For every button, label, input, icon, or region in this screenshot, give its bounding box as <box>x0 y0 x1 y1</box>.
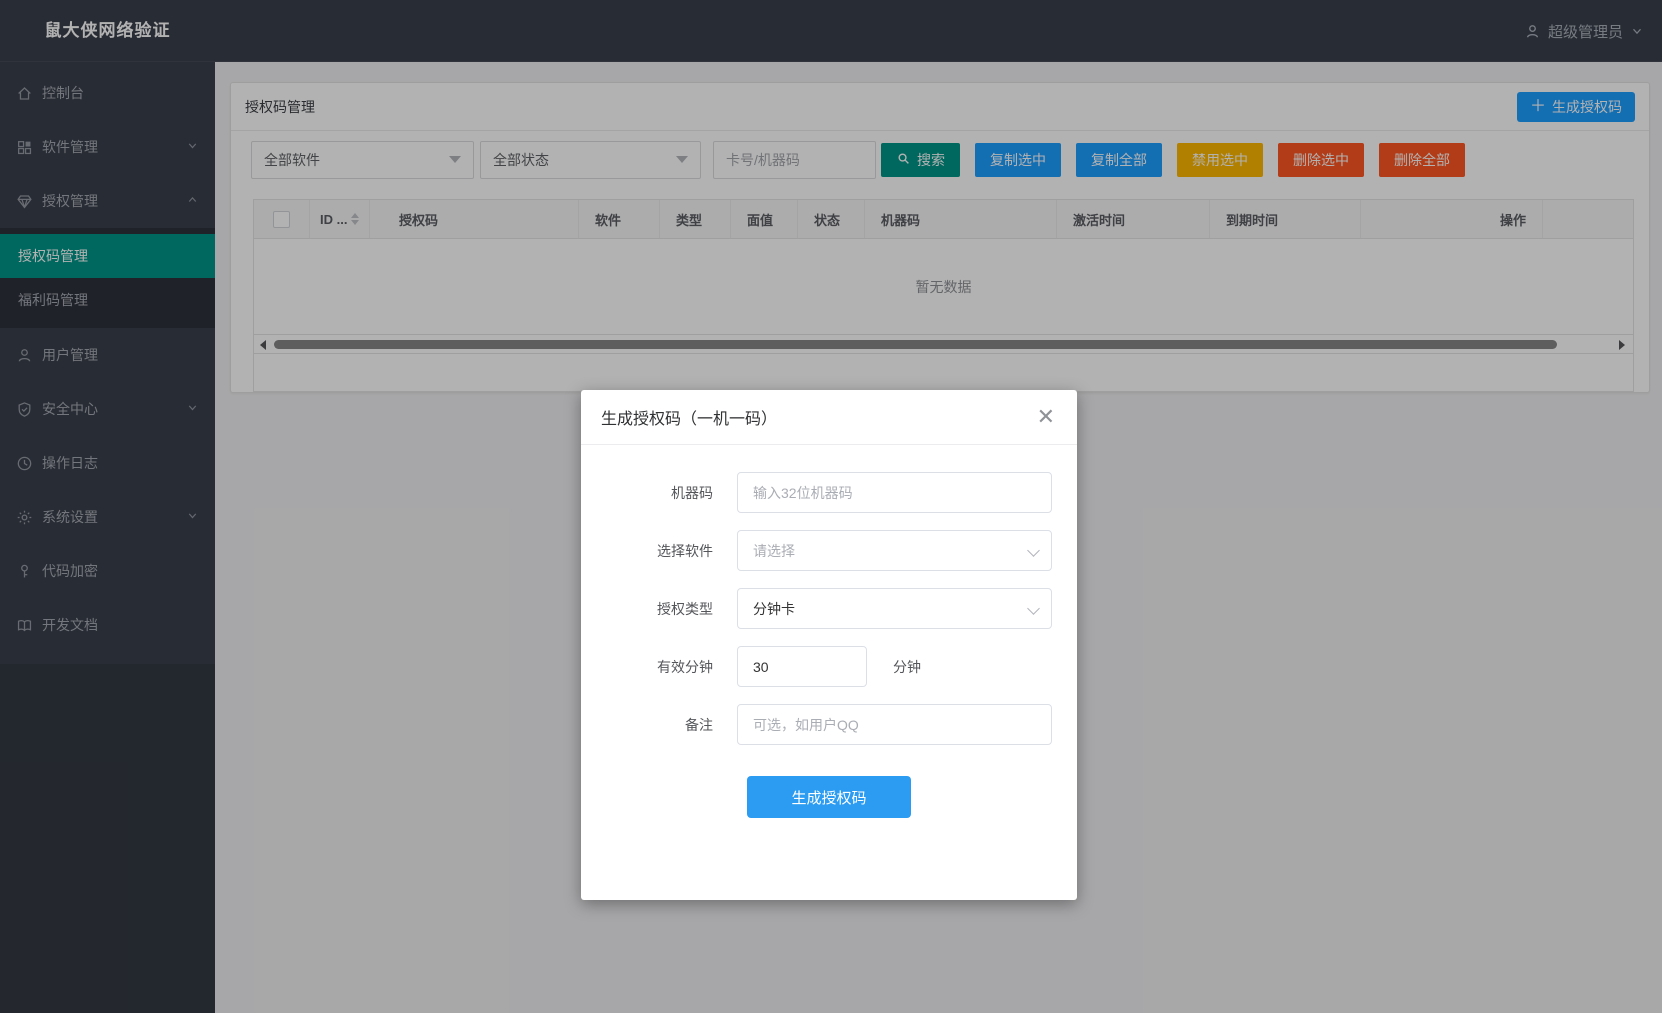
machine-code-field-wrap <box>737 472 1052 513</box>
machine-code-label: 机器码 <box>581 483 713 503</box>
close-icon[interactable]: ✕ <box>1035 404 1057 430</box>
auth-type-select-wrap <box>737 588 1052 629</box>
valid-minutes-label: 有效分钟 <box>581 657 713 677</box>
software-select-wrap <box>737 530 1052 571</box>
minutes-suffix-label: 分钟 <box>893 657 921 677</box>
modal-body: 机器码 选择软件 授权类型 有效分钟 <box>581 445 1077 818</box>
app-root: 鼠大侠网络验证 超级管理员 控制台 <box>0 0 1662 1013</box>
remark-row: 备注 <box>581 704 1052 745</box>
auth-type-label: 授权类型 <box>581 599 713 619</box>
valid-minutes-row: 有效分钟 分钟 <box>581 646 1052 687</box>
remark-field-wrap <box>737 704 1052 745</box>
valid-minutes-input[interactable] <box>737 646 867 687</box>
software-select[interactable] <box>737 530 1052 571</box>
machine-code-row: 机器码 <box>581 472 1052 513</box>
machine-code-input[interactable] <box>737 472 1052 513</box>
remark-label: 备注 <box>581 715 713 735</box>
select-software-label: 选择软件 <box>581 541 713 561</box>
generate-submit-button[interactable]: 生成授权码 <box>747 776 911 818</box>
valid-minutes-field-wrap <box>737 646 867 687</box>
auth-type-select[interactable] <box>737 588 1052 629</box>
modal-header: 生成授权码（一机一码） ✕ <box>581 390 1077 445</box>
remark-input[interactable] <box>737 704 1052 745</box>
generate-auth-code-modal: 生成授权码（一机一码） ✕ 机器码 选择软件 授权类型 <box>581 390 1077 900</box>
modal-title: 生成授权码（一机一码） <box>601 405 777 429</box>
auth-type-row: 授权类型 <box>581 588 1052 629</box>
select-software-row: 选择软件 <box>581 530 1052 571</box>
